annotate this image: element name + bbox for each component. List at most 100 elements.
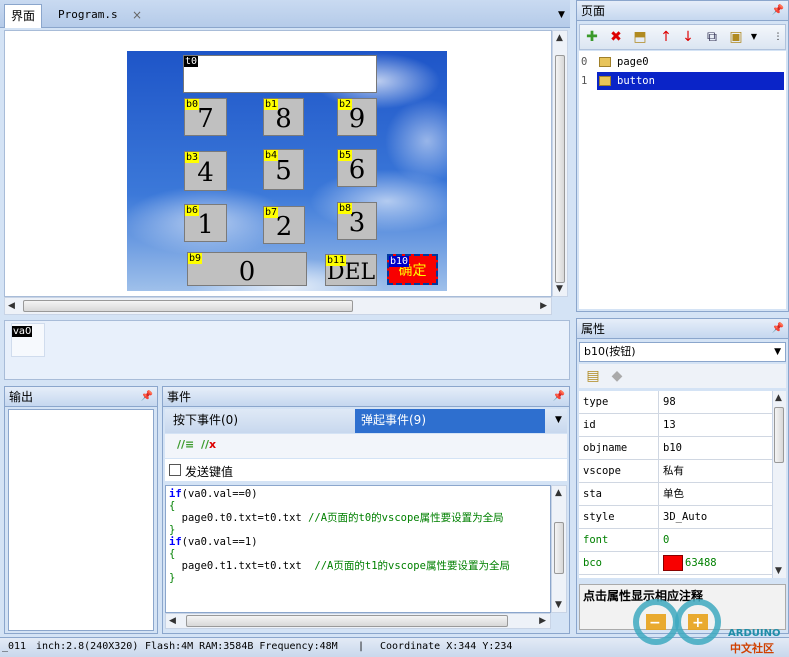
- code-line: if(va0.val==0): [169, 488, 547, 500]
- event-dropdown-icon[interactable]: ▼: [549, 409, 562, 433]
- event-toolbar: //≡ //x: [165, 434, 567, 458]
- property-row[interactable]: bco 63488: [579, 552, 772, 575]
- pin-icon[interactable]: 📌: [772, 319, 784, 339]
- move-up-icon[interactable]: ↑: [658, 28, 674, 46]
- variable-va0[interactable]: va0: [11, 323, 45, 357]
- page-name: page0: [617, 56, 649, 68]
- component-tag: b9: [188, 253, 203, 264]
- key-3[interactable]: b8 3: [337, 202, 377, 240]
- property-name: vscope: [579, 460, 659, 482]
- key-0[interactable]: b9 0: [187, 252, 307, 287]
- property-value: 13: [663, 419, 676, 431]
- component-tag: b0: [185, 99, 200, 110]
- scroll-left-icon[interactable]: ◀: [8, 301, 15, 311]
- pin-icon[interactable]: 📌: [772, 1, 784, 21]
- insert-page-icon[interactable]: ⬒: [632, 28, 648, 46]
- scroll-down-icon[interactable]: ▼: [775, 566, 782, 576]
- scroll-down-icon[interactable]: ▼: [556, 284, 563, 294]
- property-row[interactable]: type 98: [579, 391, 772, 414]
- key-2[interactable]: b7 2: [263, 206, 305, 244]
- scroll-thumb[interactable]: [554, 522, 564, 574]
- property-value: 98: [663, 396, 676, 408]
- key-delete[interactable]: b11 DEL: [325, 254, 377, 286]
- move-down-icon[interactable]: ↓: [680, 28, 696, 46]
- property-name: bco: [579, 552, 659, 574]
- key-confirm[interactable]: b10 确定: [387, 254, 438, 285]
- property-value: 单色: [663, 488, 684, 500]
- scroll-right-icon[interactable]: ▶: [539, 616, 546, 626]
- component-tag: b8: [338, 203, 353, 214]
- property-grid: type 98 id 13 objname b10 vscope 私有 sta 单色 style 3D…: [579, 391, 772, 578]
- object-select[interactable]: b10(按钮) ▼: [579, 342, 786, 362]
- code-comment: //A页面的t0的vscope属性要设置为全局: [308, 512, 504, 524]
- tab-dropdown-icon[interactable]: ▼: [552, 4, 571, 28]
- code-comment: //A页面的t1的vscope属性要设置为全局: [314, 560, 510, 572]
- property-row[interactable]: vscope 私有: [579, 460, 772, 483]
- canvas-horizontal-scrollbar[interactable]: ◀ ▶: [4, 297, 552, 315]
- uncomment-icon[interactable]: //x: [201, 438, 216, 451]
- key-label: 2: [275, 212, 293, 242]
- page-title: 页面 📌: [577, 1, 788, 21]
- tab-program[interactable]: Program.s: [52, 4, 124, 28]
- tab-press-event[interactable]: 按下事件(0): [167, 409, 357, 433]
- scroll-thumb[interactable]: [23, 300, 353, 312]
- variable-label: va0: [12, 326, 33, 337]
- page-item[interactable]: 1 button: [579, 72, 786, 90]
- page-icon: [599, 57, 611, 67]
- component-tag: b1: [264, 99, 279, 110]
- import-page-icon[interactable]: ▣: [728, 28, 744, 46]
- key-5[interactable]: b4 5: [263, 149, 304, 190]
- property-row[interactable]: font 0: [579, 529, 772, 552]
- scroll-left-icon[interactable]: ◀: [169, 616, 176, 626]
- code-editor[interactable]: if(va0.val==0){ page0.t0.txt=t0.txt //A页…: [165, 485, 551, 613]
- key-8[interactable]: b1 8: [263, 98, 304, 136]
- overflow-icon[interactable]: ⋮: [770, 28, 786, 46]
- key-7[interactable]: b0 7: [184, 98, 227, 136]
- tab-release-event[interactable]: 弹起事件(9): [355, 409, 545, 433]
- event-icon[interactable]: ◆: [609, 367, 625, 385]
- code-token: (va0.val==1): [181, 536, 258, 548]
- scroll-up-icon[interactable]: ▲: [555, 488, 562, 498]
- scroll-thumb[interactable]: [555, 55, 565, 283]
- property-row[interactable]: sta 单色: [579, 483, 772, 506]
- key-4[interactable]: b3 4: [184, 151, 227, 191]
- property-name: objname: [579, 437, 659, 459]
- status-screen: inch:2.8(240X320): [36, 641, 139, 652]
- page-list: 0 page0 1 button: [579, 51, 786, 309]
- property-row[interactable]: objname b10: [579, 437, 772, 460]
- key-6[interactable]: b5 6: [337, 149, 377, 187]
- key-1[interactable]: b6 1: [184, 204, 227, 242]
- scroll-thumb[interactable]: [774, 407, 784, 463]
- page-toolbar: ✚ ✖ ⬒ ↑ ↓ ⧉ ▣ ▼ ⋮: [579, 24, 786, 50]
- code-horizontal-scrollbar[interactable]: ◀ ▶: [165, 613, 551, 629]
- send-key-label: 发送键值: [185, 465, 234, 479]
- property-value: 0: [663, 534, 670, 546]
- page-title-label: 页面: [581, 4, 606, 18]
- code-token: }: [169, 572, 176, 584]
- text-box-t0[interactable]: t0: [183, 55, 377, 93]
- code-vertical-scrollbar[interactable]: ▲ ▼: [551, 485, 567, 613]
- delete-page-icon[interactable]: ✖: [608, 28, 624, 46]
- add-page-icon[interactable]: ✚: [584, 28, 600, 46]
- scroll-thumb[interactable]: [186, 615, 508, 627]
- canvas-vertical-scrollbar[interactable]: ▲ ▼: [552, 30, 568, 297]
- key-9[interactable]: b2 9: [337, 98, 377, 136]
- close-tab-icon[interactable]: ×: [126, 4, 148, 28]
- property-value: 私有: [663, 465, 684, 477]
- tab-design[interactable]: 界面: [4, 4, 43, 28]
- scroll-right-icon[interactable]: ▶: [540, 301, 547, 311]
- pin-icon[interactable]: 📌: [553, 387, 565, 407]
- send-key-checkbox[interactable]: [169, 464, 181, 476]
- categorized-icon[interactable]: ▤: [585, 367, 601, 385]
- property-row[interactable]: id 13: [579, 414, 772, 437]
- scroll-up-icon[interactable]: ▲: [556, 33, 563, 43]
- copy-page-icon[interactable]: ⧉: [704, 28, 720, 46]
- property-row[interactable]: style 3D_Auto: [579, 506, 772, 529]
- scroll-up-icon[interactable]: ▲: [775, 393, 782, 403]
- property-scrollbar[interactable]: ▲ ▼: [772, 391, 786, 578]
- page-item[interactable]: 0 page0: [579, 53, 786, 71]
- pin-icon[interactable]: 📌: [141, 387, 153, 407]
- comment-icon[interactable]: //≡: [177, 438, 194, 451]
- dropdown-icon[interactable]: ▼: [746, 28, 762, 46]
- scroll-down-icon[interactable]: ▼: [555, 600, 562, 610]
